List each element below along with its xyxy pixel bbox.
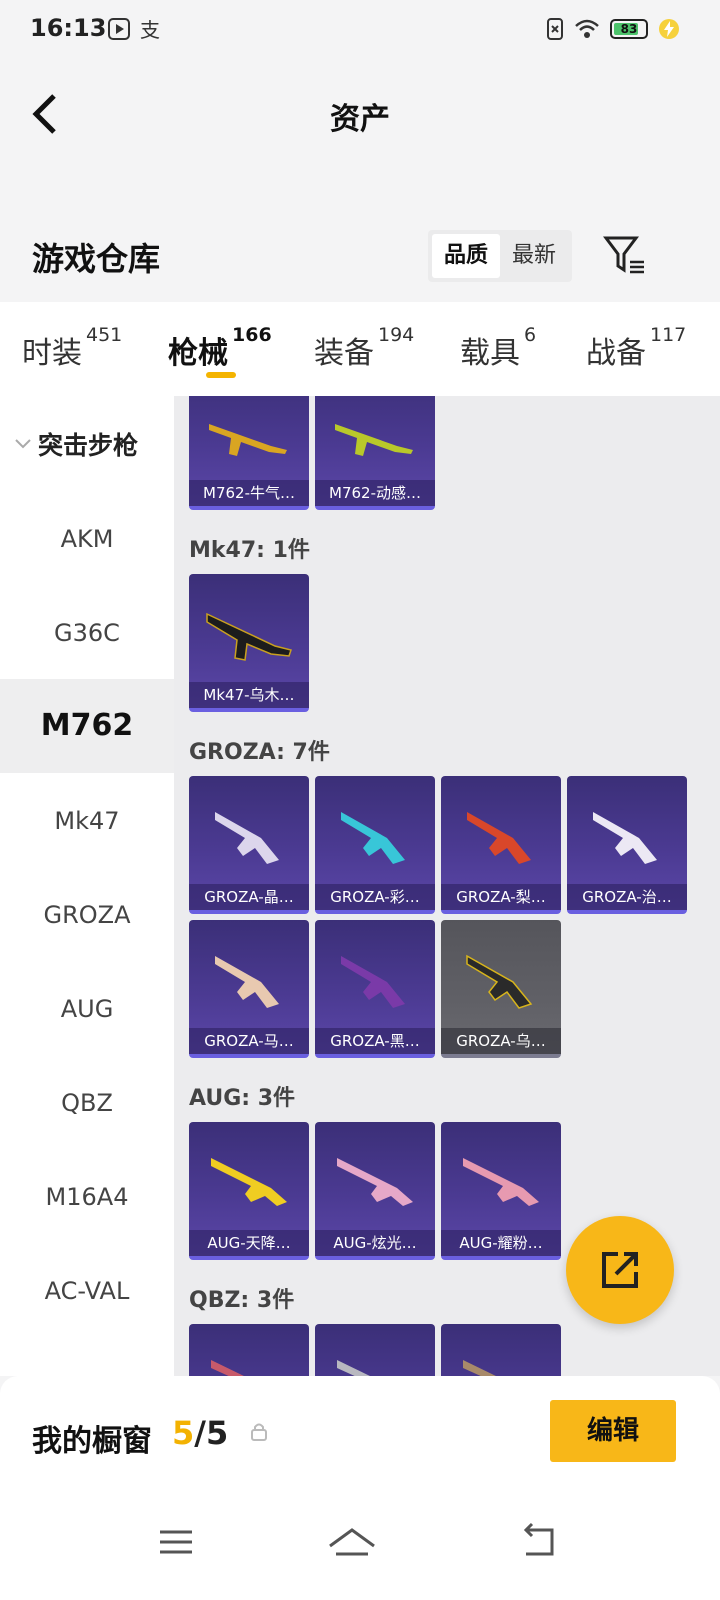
weapon-card[interactable] [315, 1324, 435, 1376]
sidebar-item-m16a4[interactable]: M16A4 [0, 1150, 174, 1244]
warehouse-title: 游戏仓库 [32, 240, 161, 278]
weapon-card[interactable]: AUG-炫光… [315, 1122, 435, 1260]
weapon-card[interactable] [189, 1324, 309, 1376]
weapon-card[interactable]: GROZA-彩… [315, 776, 435, 914]
rifle-image [341, 956, 405, 1008]
sort-quality-button[interactable]: 品质 [432, 234, 500, 278]
wifi-icon [575, 19, 599, 38]
weapon-card[interactable]: M762-牛气… [189, 396, 309, 510]
nav-home-button[interactable] [322, 1512, 382, 1572]
group-label-qbz: QBZ: 3件 [189, 1288, 295, 1313]
weapon-card[interactable]: GROZA-晶… [189, 776, 309, 914]
share-button[interactable] [566, 1216, 674, 1324]
home-icon [329, 1528, 375, 1556]
chevron-down-icon [15, 439, 31, 449]
rifle-image [215, 956, 279, 1008]
group-label-mk47: Mk47: 1件 [189, 538, 310, 563]
weapon-card[interactable]: Mk47-乌木… [189, 574, 309, 712]
filter-icon [603, 236, 644, 274]
nav-menu-button[interactable] [146, 1512, 206, 1572]
status-time: 16:13 [30, 14, 107, 42]
system-nav-bar [0, 1494, 720, 1600]
weapon-card[interactable]: GROZA-黑… [315, 920, 435, 1058]
edit-button[interactable]: 编辑 [550, 1400, 676, 1462]
weapon-card[interactable]: AUG-耀粉… [441, 1122, 561, 1260]
sidebar-item-akm[interactable]: AKM [0, 492, 174, 586]
sidebar-item-mk47[interactable]: Mk47 [0, 774, 174, 868]
header: 资产 [0, 58, 720, 208]
tab-equipment[interactable]: 装备194 [314, 324, 414, 372]
weapon-sidebar: 突击步枪 AKM G36C M762 Mk47 GROZA AUG QBZ M1… [0, 396, 174, 1376]
group-label-aug: AUG: 3件 [189, 1086, 296, 1111]
rifle-image [463, 1360, 496, 1376]
sidebar-item-groza[interactable]: GROZA [0, 868, 174, 962]
showcase-label: 我的橱窗 [32, 1424, 152, 1459]
sidebar-item-aug[interactable]: AUG [0, 962, 174, 1056]
rifle-image [335, 424, 413, 456]
menu-icon [160, 1530, 192, 1554]
page-title: 资产 [330, 102, 390, 137]
sidebar-item-m762[interactable]: M762 [0, 679, 174, 773]
rifle-image [466, 954, 533, 1009]
rifle-image [215, 812, 279, 864]
sort-toggle: 品质 最新 [428, 230, 572, 282]
sort-newest-button[interactable]: 最新 [500, 234, 568, 278]
rifle-image [337, 1360, 370, 1376]
weapon-card[interactable]: M762-动感… [315, 396, 435, 510]
status-icons: 83 [546, 16, 680, 42]
nav-back-button[interactable] [508, 1512, 568, 1572]
showcase-bar: 我的橱窗 5/5 编辑 [0, 1376, 720, 1494]
status-bar: 16:13 支 83 [0, 0, 720, 58]
weapon-card[interactable]: GROZA-乌… [441, 920, 561, 1058]
weapon-card[interactable]: GROZA-马… [189, 920, 309, 1058]
sidebar-item-ac-val[interactable]: AC-VAL [0, 1244, 174, 1338]
active-tab-indicator [206, 372, 236, 378]
category-tabs: 时装451 枪械166 装备194 载具6 战备117 [0, 302, 720, 396]
share-icon [602, 1252, 638, 1288]
sidebar-group-assault-rifles[interactable]: 突击步枪 [14, 426, 138, 462]
tab-fashion[interactable]: 时装451 [22, 324, 122, 372]
sidebar-item-g36c[interactable]: G36C [0, 586, 174, 680]
rifle-image [337, 1158, 413, 1206]
weapon-card[interactable]: GROZA-治… [567, 776, 687, 914]
tab-supplies[interactable]: 战备117 [586, 324, 686, 372]
tab-weapons[interactable]: 枪械166 [168, 324, 272, 372]
charging-icon [659, 19, 679, 39]
showcase-count: 5/5 [172, 1414, 229, 1452]
rifle-image [467, 812, 531, 864]
rifle-image [206, 612, 292, 661]
rifle-image [211, 1360, 244, 1376]
rifle-image [593, 812, 657, 864]
tab-vehicles[interactable]: 载具6 [460, 324, 536, 372]
lock-icon [251, 1423, 267, 1441]
sim-icon [547, 18, 563, 40]
rifle-image [209, 424, 287, 456]
warehouse-row: 游戏仓库 品质 最新 [0, 208, 720, 302]
weapon-card[interactable]: AUG-天降… [189, 1122, 309, 1260]
group-label-groza: GROZA: 7件 [189, 740, 330, 765]
weapon-card[interactable]: GROZA-梨… [441, 776, 561, 914]
rifle-image [341, 812, 405, 864]
rifle-image [463, 1158, 539, 1206]
filter-button[interactable] [602, 234, 646, 278]
sidebar-item-qbz[interactable]: QBZ [0, 1056, 174, 1150]
media-play-icon [108, 18, 130, 40]
rifle-image [211, 1158, 287, 1206]
alipay-icon: 支 [140, 18, 160, 42]
battery-icon: 83 [610, 19, 648, 39]
weapon-card[interactable] [441, 1324, 561, 1376]
back-icon [523, 1522, 554, 1556]
